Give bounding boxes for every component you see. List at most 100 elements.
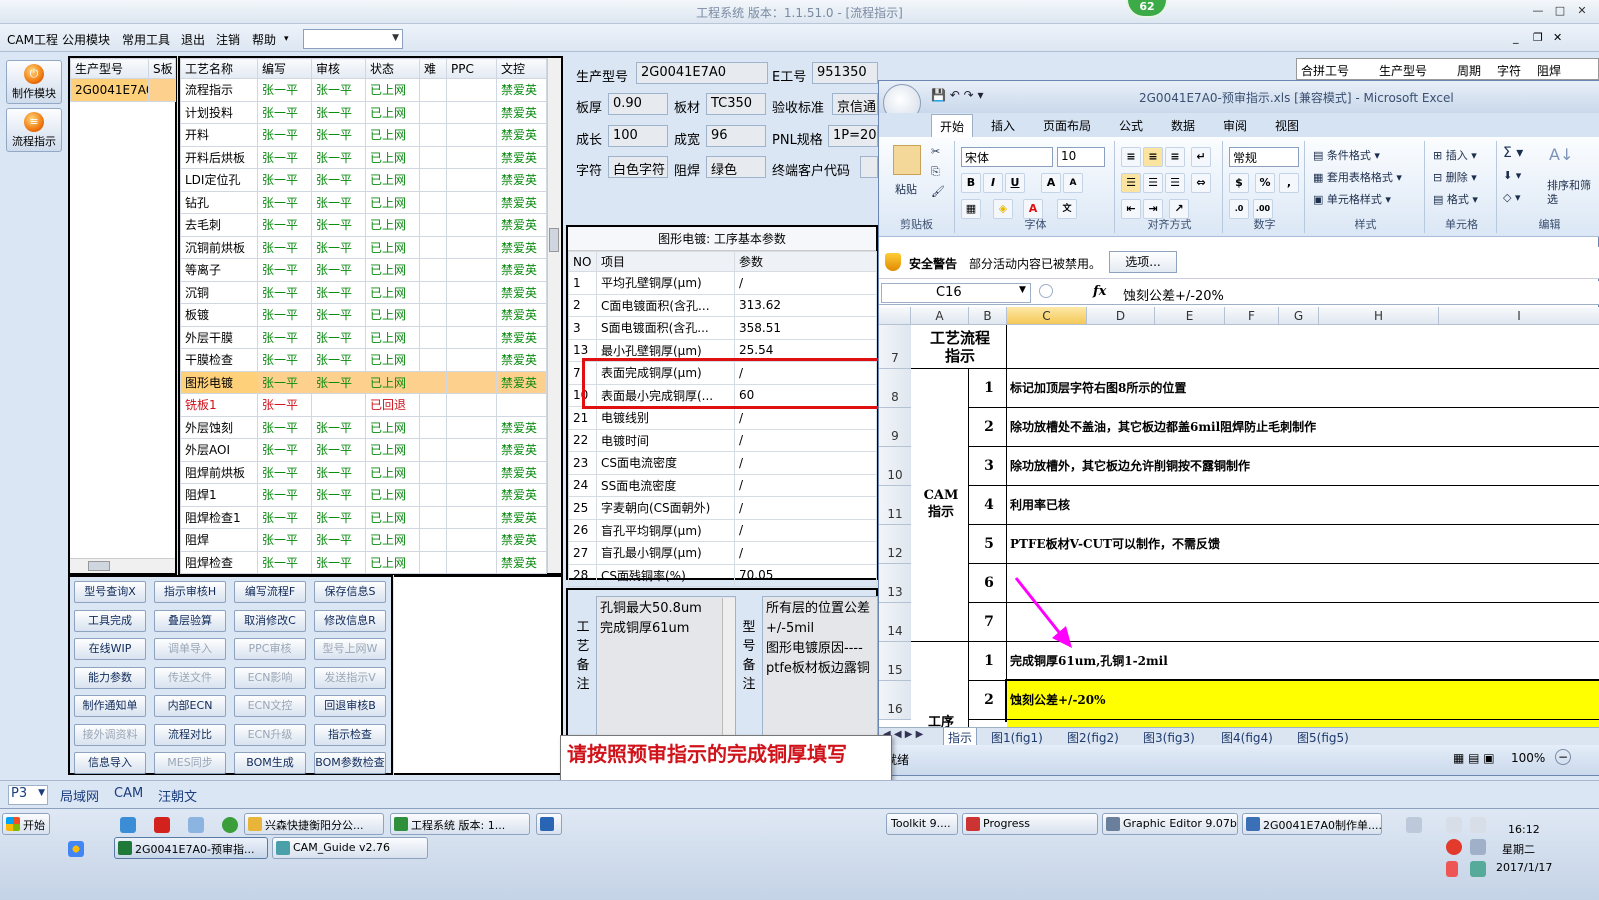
- writer-cell[interactable]: 张一平: [257, 303, 312, 327]
- param-item-cell[interactable]: CS面残铜率(%): [596, 563, 735, 587]
- standard-field[interactable]: 京信通: [832, 93, 878, 115]
- name-box[interactable]: C16: [881, 283, 1031, 303]
- doc-control-cell[interactable]: 禁爱英: [496, 123, 547, 147]
- nav-process-instruction[interactable]: ≡ 流程指示: [6, 108, 62, 152]
- taskbar-item-camguide[interactable]: CAM_Guide v2.76: [272, 837, 428, 859]
- difficulty-cell[interactable]: [419, 303, 447, 327]
- status-cell[interactable]: 已上网: [365, 528, 420, 552]
- col-writer[interactable]: 编写: [257, 58, 312, 79]
- tab-view[interactable]: 视图: [1275, 117, 1299, 134]
- status-cell[interactable]: 已上网: [365, 415, 420, 439]
- table-row[interactable]: 22 电镀时间 /: [568, 428, 877, 452]
- difficulty-cell[interactable]: [419, 438, 447, 462]
- col-process-name[interactable]: 工艺名称: [180, 58, 258, 79]
- row-header[interactable]: 14: [879, 603, 911, 642]
- action-button[interactable]: 能力参数: [74, 666, 146, 689]
- param-value-cell[interactable]: 313.62: [734, 293, 877, 317]
- process-name-cell[interactable]: 沉铜: [180, 280, 258, 304]
- writer-cell[interactable]: 张一平: [257, 393, 312, 417]
- process-name-cell[interactable]: 钻孔: [180, 190, 258, 214]
- table-row[interactable]: 阻焊检查 张一平 张一平 已上网 禁爱英: [180, 550, 547, 574]
- col-status[interactable]: 状态: [365, 58, 420, 79]
- zoom-out-button[interactable]: −: [1555, 749, 1571, 765]
- ppc-cell[interactable]: [446, 348, 497, 372]
- param-value-cell[interactable]: /: [734, 451, 877, 475]
- merge-col-job[interactable]: 合拼工号: [1301, 62, 1349, 79]
- writer-cell[interactable]: 张一平: [257, 325, 312, 349]
- status-cell[interactable]: 已上网: [365, 145, 420, 169]
- ppc-cell[interactable]: [446, 415, 497, 439]
- difficulty-cell[interactable]: [419, 528, 447, 552]
- action-button[interactable]: 编写流程F: [234, 581, 306, 603]
- minimize-button[interactable]: —: [1530, 4, 1546, 18]
- doc-control-cell[interactable]: [496, 393, 547, 417]
- action-button[interactable]: 取消修改C: [234, 609, 306, 632]
- tab-insert[interactable]: 插入: [991, 117, 1015, 134]
- align-left-icon[interactable]: ☰: [1121, 173, 1141, 193]
- cut-icon[interactable]: ✂: [931, 145, 940, 158]
- doc-control-cell[interactable]: 禁爱英: [496, 190, 547, 214]
- param-value-cell[interactable]: /: [734, 406, 877, 430]
- column-header[interactable]: H: [1319, 307, 1439, 325]
- cell-styles-button[interactable]: ▣ 单元格样式 ▾: [1313, 191, 1391, 207]
- action-button[interactable]: BOM生成: [234, 752, 306, 774]
- doc-control-cell[interactable]: 禁爱英: [496, 235, 547, 259]
- status-cell[interactable]: 已上网: [365, 505, 420, 529]
- param-col-value[interactable]: 参数: [734, 251, 877, 272]
- param-no-cell[interactable]: 21: [568, 406, 597, 430]
- param-no-cell[interactable]: 3: [568, 316, 597, 340]
- close-button[interactable]: ✕: [1574, 4, 1590, 18]
- reviewer-cell[interactable]: [311, 393, 366, 417]
- doc-control-cell[interactable]: 禁爱英: [496, 280, 547, 304]
- process-name-cell[interactable]: 板镀: [180, 303, 258, 327]
- reviewer-cell[interactable]: 张一平: [311, 78, 366, 102]
- table-row[interactable]: 流程指示 张一平 张一平 已上网 禁爱英: [180, 78, 547, 102]
- writer-cell[interactable]: 张一平: [257, 550, 312, 574]
- writer-cell[interactable]: 张一平: [257, 258, 312, 282]
- menu-help[interactable]: 帮助: [252, 31, 276, 48]
- fill-icon[interactable]: ⬇ ▾: [1503, 169, 1521, 182]
- row-header[interactable]: 7: [879, 325, 911, 369]
- step-number-cell[interactable]: 2: [969, 681, 1007, 720]
- ppc-cell[interactable]: [446, 123, 497, 147]
- instruction-cell[interactable]: 除功放槽外，其它板边允许削铜按不露铜制作: [1007, 447, 1599, 486]
- col-reviewer[interactable]: 审核: [311, 58, 366, 79]
- writer-cell[interactable]: 张一平: [257, 483, 312, 507]
- reviewer-cell[interactable]: 张一平: [311, 213, 366, 237]
- security-options-button[interactable]: 选项...: [1109, 251, 1177, 273]
- paste-label[interactable]: 粘贴: [895, 181, 917, 197]
- conditional-format-button[interactable]: ▤ 条件格式 ▾: [1313, 147, 1380, 163]
- mdi-restore-button[interactable]: ❐: [1533, 31, 1543, 44]
- param-value-cell[interactable]: /: [734, 541, 877, 565]
- row-header[interactable]: 10: [879, 447, 911, 486]
- status-cell[interactable]: 已上网: [365, 438, 420, 462]
- table-row[interactable]: 2G0041E7A0: [70, 78, 176, 102]
- ppc-cell[interactable]: [446, 78, 497, 102]
- number-format-select[interactable]: 常规: [1229, 147, 1299, 167]
- ppc-cell[interactable]: [446, 325, 497, 349]
- param-no-cell[interactable]: 2: [568, 293, 597, 317]
- header-blank-cell[interactable]: [1007, 325, 1599, 369]
- ppc-cell[interactable]: [446, 258, 497, 282]
- table-row[interactable]: 1 平均孔壁铜厚(μm) /: [568, 271, 877, 295]
- format-painter-icon[interactable]: 🖌: [931, 185, 945, 198]
- param-value-cell[interactable]: /: [734, 473, 877, 497]
- status-cell[interactable]: 已回退: [365, 393, 420, 417]
- tray-icon-4[interactable]: [1446, 839, 1462, 855]
- merge-col-char[interactable]: 字符: [1497, 62, 1521, 79]
- process-name-cell[interactable]: 开料: [180, 123, 258, 147]
- column-header[interactable]: G: [1279, 307, 1319, 325]
- tray-icon-6[interactable]: [1470, 861, 1486, 877]
- ppc-cell[interactable]: [446, 528, 497, 552]
- column-header[interactable]: I: [1439, 307, 1599, 325]
- maximize-button[interactable]: □: [1552, 4, 1568, 18]
- table-row[interactable]: 3 S面电镀面积(含孔... 358.51: [568, 316, 877, 340]
- taskbar-item-save[interactable]: [536, 813, 562, 835]
- column-header[interactable]: F: [1225, 307, 1279, 325]
- taskbar-item-6[interactable]: 2G0041E7A0制作单....: [1242, 813, 1382, 835]
- doc-control-cell[interactable]: 禁爱英: [496, 415, 547, 439]
- param-no-cell[interactable]: 24: [568, 473, 597, 497]
- process-name-cell[interactable]: 外层干膜: [180, 325, 258, 349]
- param-no-cell[interactable]: 23: [568, 451, 597, 475]
- tab-page-layout[interactable]: 页面布局: [1043, 117, 1091, 134]
